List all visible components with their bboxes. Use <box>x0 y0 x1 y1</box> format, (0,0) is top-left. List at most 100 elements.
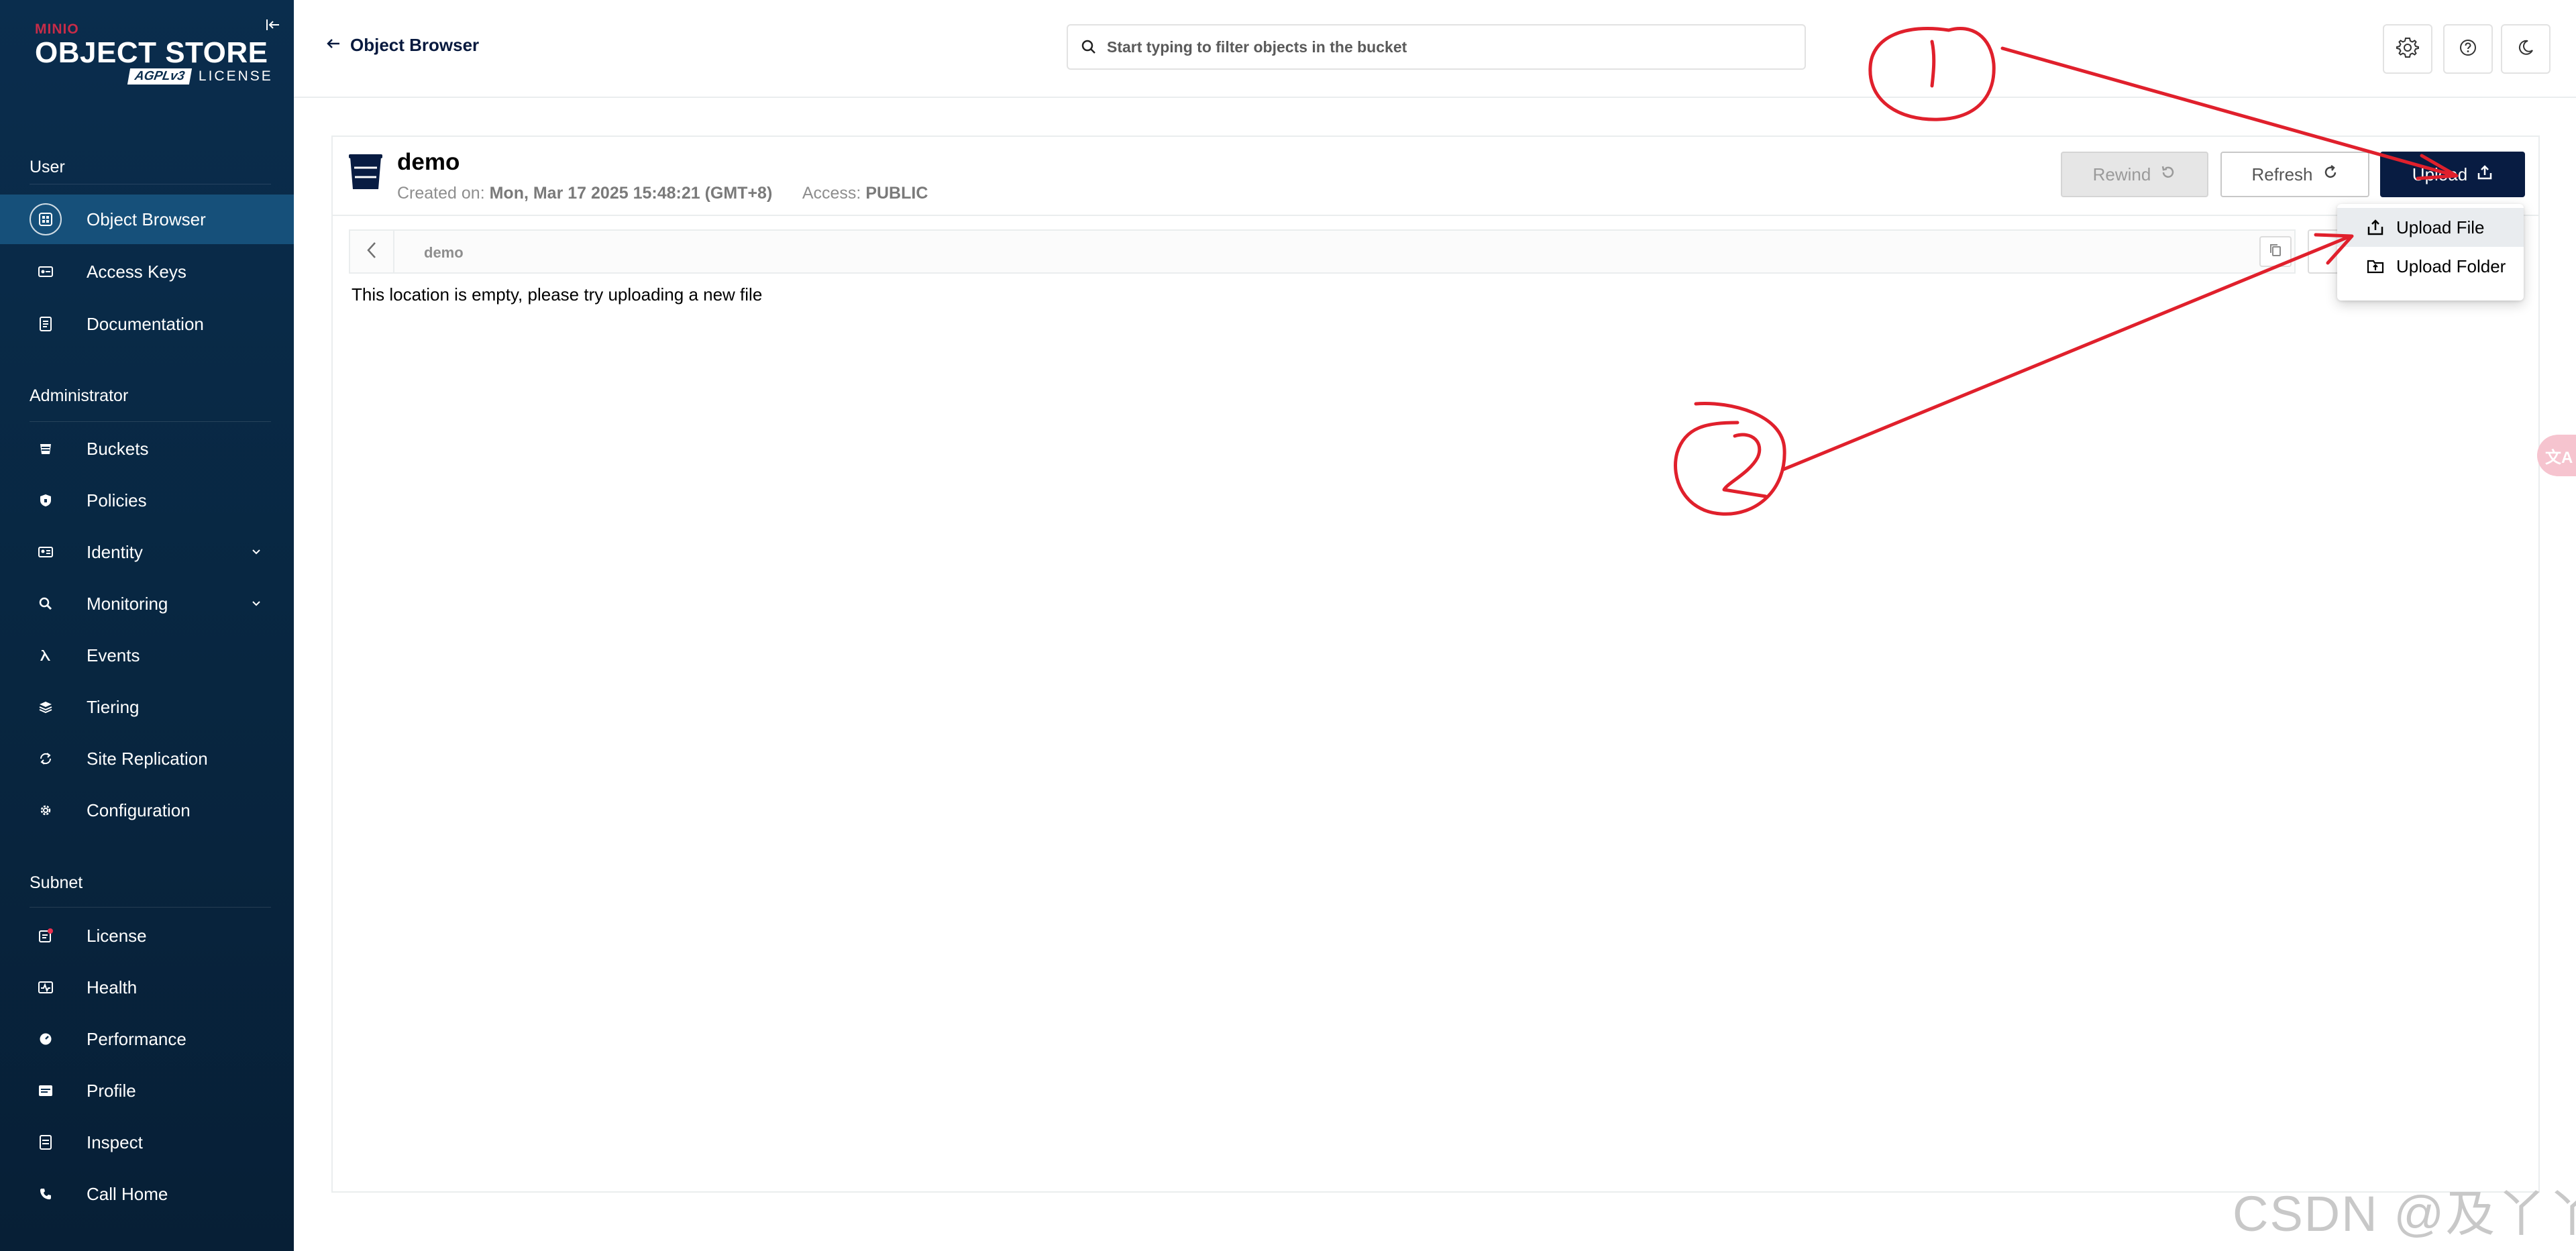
top-bar: Object Browser <box>294 0 2576 98</box>
upload-button[interactable]: Upload <box>2380 152 2525 197</box>
lambda-icon <box>36 646 55 665</box>
copy-icon <box>2269 243 2282 261</box>
search-box <box>1067 24 1806 70</box>
moon-icon <box>2516 38 2535 60</box>
access-value: PUBLIC <box>865 184 928 203</box>
chevron-down-icon[interactable] <box>250 545 263 559</box>
upload-file-icon <box>2365 217 2385 237</box>
sidebar-item-policies[interactable]: Policies <box>0 476 294 525</box>
section-divider <box>30 907 271 908</box>
breadcrumb-path[interactable]: demo <box>424 244 464 262</box>
sidebar-item-label: Inspect <box>87 1132 143 1152</box>
sidebar-item-profile[interactable]: Profile <box>0 1066 294 1116</box>
dark-mode-button[interactable] <box>2501 24 2551 74</box>
brand-license-row: AGPLv3 LICENSE <box>127 68 273 85</box>
sidebar-item-label: Monitoring <box>87 593 168 614</box>
sidebar-item-label: Object Browser <box>87 209 206 229</box>
upload-icon <box>2477 164 2493 185</box>
bucket-meta: Created on: Mon, Mar 17 2025 15:48:21 (G… <box>397 184 928 203</box>
sidebar-item-label: Buckets <box>87 438 149 459</box>
breadcrumb: demo <box>349 229 2296 274</box>
upload-menu: Upload File Upload Folder <box>2337 204 2524 301</box>
upload-file-menu-item[interactable]: Upload File <box>2337 208 2524 247</box>
health-icon <box>36 978 55 997</box>
upload-folder-menu-item[interactable]: Upload Folder <box>2337 247 2524 286</box>
replication-icon <box>36 749 55 768</box>
brand-minio-text: MINIO <box>35 21 79 37</box>
refresh-button[interactable]: Refresh <box>2220 152 2369 197</box>
section-title-subnet: Subnet <box>30 873 83 892</box>
sidebar-item-label: Identity <box>87 541 143 562</box>
sidebar-item-object-browser[interactable]: Object Browser <box>0 195 294 244</box>
brand-product-text: OBJECT STORE <box>35 36 268 69</box>
sidebar-item-label: Health <box>87 977 138 997</box>
sidebar-item-inspect[interactable]: Inspect <box>0 1118 294 1167</box>
sidebar-item-license[interactable]: License <box>0 911 294 961</box>
sidebar-item-label: Tiering <box>87 696 140 717</box>
upload-folder-label: Upload Folder <box>2396 256 2506 276</box>
watermark: CSDN @及丫丫 <box>2233 1186 2576 1242</box>
bucket-header: demo Created on: Mon, Mar 17 2025 15:48:… <box>333 137 2538 216</box>
back-to-object-browser-link[interactable]: Object Browser <box>326 35 479 56</box>
chevron-left-icon <box>366 241 377 262</box>
sidebar-item-access-keys[interactable]: Access Keys <box>0 247 294 296</box>
layers-icon <box>36 698 55 716</box>
sidebar: MINIO OBJECT STORE AGPLv3 LICENSE User O… <box>0 0 294 1251</box>
magnifier-icon <box>36 594 55 613</box>
brand-logo: MINIO OBJECT STORE AGPLv3 LICENSE <box>35 21 271 89</box>
created-on-value: Mon, Mar 17 2025 15:48:21 (GMT+8) <box>489 184 773 203</box>
identity-icon <box>36 543 55 561</box>
profile-icon <box>36 1081 55 1100</box>
phone-icon <box>36 1185 55 1203</box>
sidebar-item-label: Profile <box>87 1080 136 1101</box>
speedometer-icon <box>36 1030 55 1048</box>
object-browser-icon <box>30 203 62 235</box>
sidebar-item-label: License <box>87 925 147 946</box>
chevron-down-icon[interactable] <box>250 597 263 610</box>
translate-icon: 文A <box>2545 448 2573 467</box>
sidebar-item-label: Documentation <box>87 313 204 334</box>
translate-button[interactable]: 文A <box>2537 435 2576 476</box>
bucket-panel: demo Created on: Mon, Mar 17 2025 15:48:… <box>331 135 2540 1193</box>
bucket-icon <box>349 154 382 189</box>
inspect-icon <box>36 1133 55 1152</box>
license-icon <box>36 926 55 945</box>
document-icon <box>36 315 55 333</box>
sidebar-item-call-home[interactable]: Call Home <box>0 1169 294 1219</box>
rewind-button[interactable]: Rewind <box>2061 152 2208 197</box>
refresh-button-label: Refresh <box>2251 164 2313 184</box>
sidebar-item-label: Events <box>87 645 140 665</box>
sidebar-item-monitoring[interactable]: Monitoring <box>0 579 294 629</box>
sidebar-item-label: Performance <box>87 1028 186 1049</box>
arrow-left-icon <box>326 38 341 52</box>
sidebar-item-documentation[interactable]: Documentation <box>0 299 294 349</box>
sidebar-item-configuration[interactable]: Configuration <box>0 785 294 835</box>
help-button[interactable] <box>2443 24 2493 74</box>
sidebar-item-health[interactable]: Health <box>0 963 294 1012</box>
breadcrumb-back-button[interactable] <box>350 231 394 272</box>
bucket-name: demo <box>397 149 460 175</box>
access-label: Access: <box>802 184 861 203</box>
sidebar-item-label: Access Keys <box>87 261 186 282</box>
back-link-label: Object Browser <box>350 35 480 55</box>
sidebar-item-performance[interactable]: Performance <box>0 1014 294 1064</box>
upload-folder-icon <box>2365 256 2385 276</box>
sidebar-item-tiering[interactable]: Tiering <box>0 682 294 732</box>
sidebar-item-identity[interactable]: Identity <box>0 527 294 577</box>
rewind-button-label: Rewind <box>2092 164 2151 184</box>
section-title-user: User <box>30 158 65 176</box>
shield-icon <box>36 491 55 510</box>
settings-button[interactable] <box>2383 24 2432 74</box>
section-title-administrator: Administrator <box>30 386 129 405</box>
key-icon <box>36 262 55 281</box>
gear-icon <box>36 801 55 820</box>
copy-path-button[interactable] <box>2259 236 2292 267</box>
license-text: LICENSE <box>198 68 273 84</box>
sidebar-item-events[interactable]: Events <box>0 631 294 680</box>
search-input[interactable] <box>1107 38 1778 56</box>
collapse-sidebar-icon[interactable] <box>263 15 283 35</box>
agpl-badge: AGPLv3 <box>127 68 193 85</box>
sidebar-item-site-replication[interactable]: Site Replication <box>0 734 294 783</box>
bucket-icon <box>36 439 55 458</box>
sidebar-item-buckets[interactable]: Buckets <box>0 424 294 474</box>
